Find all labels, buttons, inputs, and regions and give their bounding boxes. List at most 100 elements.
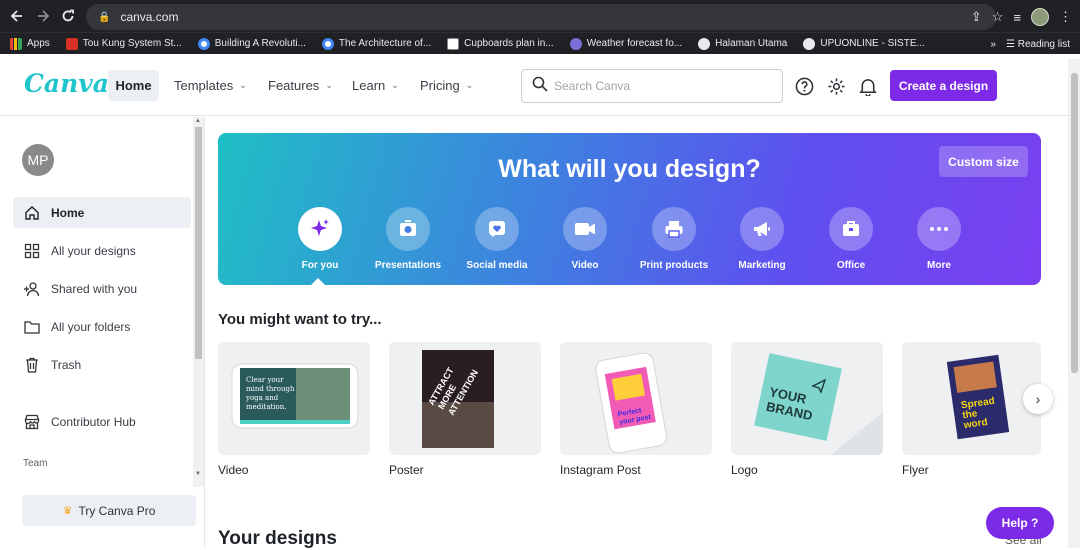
category-label: Office <box>836 260 866 271</box>
category-more[interactable]: More <box>894 207 984 271</box>
nav-features[interactable]: Features ⌄ <box>268 70 333 101</box>
nav-learn[interactable]: Learn ⌄ <box>352 70 399 101</box>
menu-dots-icon[interactable]: ⋮ <box>1059 9 1072 25</box>
sidebar-item-all-designs[interactable]: All your designs <box>13 235 191 266</box>
category-office[interactable]: Office <box>806 207 896 271</box>
forward-icon[interactable] <box>30 3 56 29</box>
help-circle-icon[interactable] <box>793 75 815 97</box>
suggestion-card-logo[interactable]: YOUR BRAND <box>731 342 883 455</box>
canva-logo[interactable]: Canva <box>24 69 109 98</box>
sidebar-item-label: All your folders <box>51 319 131 334</box>
reading-list-button[interactable]: ☰ Reading list <box>1006 39 1070 50</box>
reload-icon[interactable] <box>55 3 81 29</box>
category-presentations[interactable]: Presentations <box>363 207 453 271</box>
try-pro-label: Try Canva Pro <box>78 503 156 518</box>
category-video[interactable]: Video <box>540 207 630 271</box>
scroll-up-icon[interactable]: ▲ <box>195 118 201 124</box>
search-input[interactable] <box>554 79 754 93</box>
heart-icon <box>475 207 519 251</box>
page-scrollbar[interactable] <box>1068 59 1080 548</box>
bookmark-label: The Architecture of... <box>338 38 432 49</box>
address-bar[interactable]: 🔒 canva.com <box>86 4 996 30</box>
help-button[interactable]: Help ? <box>986 507 1054 539</box>
suggestion-card-instagram-post[interactable]: Perfect your post <box>560 342 712 455</box>
category-label: For you <box>301 260 339 271</box>
gear-icon[interactable] <box>825 75 847 97</box>
bookmark-apps[interactable]: Apps <box>0 37 58 50</box>
category-label: More <box>927 260 951 271</box>
avatar[interactable]: MP <box>22 144 54 176</box>
nav-templates[interactable]: Templates ⌄ <box>174 70 247 101</box>
scrollbar-thumb[interactable] <box>1071 73 1078 373</box>
playlist-icon[interactable]: ≡ <box>1013 10 1021 25</box>
scroll-down-icon[interactable]: ▼ <box>195 471 201 477</box>
svg-text:mind through: mind through <box>246 385 295 393</box>
category-for-you[interactable]: For you <box>275 207 365 271</box>
suggestion-label: Instagram Post <box>560 463 641 477</box>
category-social-media[interactable]: Social media <box>452 207 542 271</box>
nav-home[interactable]: Home <box>108 70 159 101</box>
bookmark-label: Halaman Utama <box>715 38 788 49</box>
bookmark-item[interactable]: Building A Revoluti... <box>190 37 314 50</box>
google-icon <box>197 37 210 50</box>
profile-avatar[interactable] <box>1031 8 1049 26</box>
back-icon[interactable] <box>4 3 30 29</box>
more-bookmarks-icon[interactable]: » <box>990 39 996 50</box>
home-icon <box>23 204 41 222</box>
poster-thumbnail: ATTRACT MORE ATTENTION <box>389 342 541 455</box>
sidebar-item-label: Shared with you <box>51 281 138 296</box>
bookmark-label: Cupboards plan in... <box>464 38 554 49</box>
category-label: Video <box>571 260 599 271</box>
hero-title: What will you design? <box>498 155 761 183</box>
suggestion-label: Logo <box>731 463 758 477</box>
star-icon[interactable]: ☆ <box>992 9 1004 25</box>
grid-icon <box>23 242 41 260</box>
category-print-products[interactable]: Print products <box>629 207 719 271</box>
nav-label: Features <box>268 78 320 93</box>
bookmark-item[interactable]: Cupboards plan in... <box>439 37 562 50</box>
bookmark-item[interactable]: Weather forecast fo... <box>562 37 690 50</box>
video-icon <box>563 207 607 251</box>
suggestion-card-flyer[interactable]: Spread the word <box>902 342 1041 455</box>
nav-pricing[interactable]: Pricing ⌄ <box>420 70 473 101</box>
bell-icon[interactable] <box>857 75 879 97</box>
sidebar-item-trash[interactable]: Trash <box>13 349 191 380</box>
google-icon <box>321 37 334 50</box>
bookmark-item[interactable]: Tou Kung System St... <box>58 37 190 50</box>
video-thumbnail: Clear your mind through yoga and meditat… <box>218 342 370 455</box>
nav-label: Templates <box>174 78 234 93</box>
sidebar-item-label: All your designs <box>51 243 136 258</box>
suggestion-card-poster[interactable]: ATTRACT MORE ATTENTION <box>389 342 541 455</box>
logo-thumbnail: YOUR BRAND <box>731 342 883 455</box>
bookmark-item[interactable]: Halaman Utama <box>690 37 795 50</box>
create-design-button[interactable]: Create a design <box>890 70 997 101</box>
suggestion-card-video[interactable]: Clear your mind through yoga and meditat… <box>218 342 370 455</box>
carousel-next-button[interactable]: › <box>1023 384 1053 414</box>
try-canva-pro-button[interactable]: ♛ Try Canva Pro <box>22 495 196 526</box>
bookmark-item[interactable]: UPUONLINE - SISTE... <box>795 37 932 50</box>
lock-icon: 🔒 <box>98 11 111 23</box>
bookmark-favicon <box>65 37 78 50</box>
weather-icon <box>569 37 582 50</box>
share-icon[interactable]: ⇪ <box>971 9 982 25</box>
canva-header: Canva Home Templates ⌄ Features ⌄ Learn ⌄ P… <box>0 55 1080 116</box>
sidebar-item-shared[interactable]: Shared with you <box>13 273 191 304</box>
search-box[interactable] <box>521 69 783 103</box>
design-hero-banner: What will you design? Custom size For yo… <box>218 133 1041 285</box>
bookmark-item[interactable]: The Architecture of... <box>314 37 439 50</box>
flyer-thumbnail: Spread the word <box>902 342 1041 455</box>
sidebar-item-label: Home <box>51 205 85 220</box>
search-icon <box>532 76 548 97</box>
category-marketing[interactable]: Marketing <box>717 207 807 271</box>
bookmark-favicon <box>447 37 460 50</box>
suggestion-label: Poster <box>389 463 424 477</box>
sidebar-scrollbar[interactable]: ▲ ▼ <box>193 117 204 487</box>
sidebar-item-home[interactable]: Home <box>13 197 191 228</box>
sidebar-item-contributor-hub[interactable]: Contributor Hub <box>13 406 191 437</box>
custom-size-button[interactable]: Custom size <box>939 146 1028 177</box>
scrollbar-thumb[interactable] <box>195 127 202 359</box>
suggestions-heading: You might want to try... <box>218 311 382 328</box>
category-label: Presentations <box>374 260 442 271</box>
store-icon <box>23 413 41 431</box>
sidebar-item-folders[interactable]: All your folders <box>13 311 191 342</box>
